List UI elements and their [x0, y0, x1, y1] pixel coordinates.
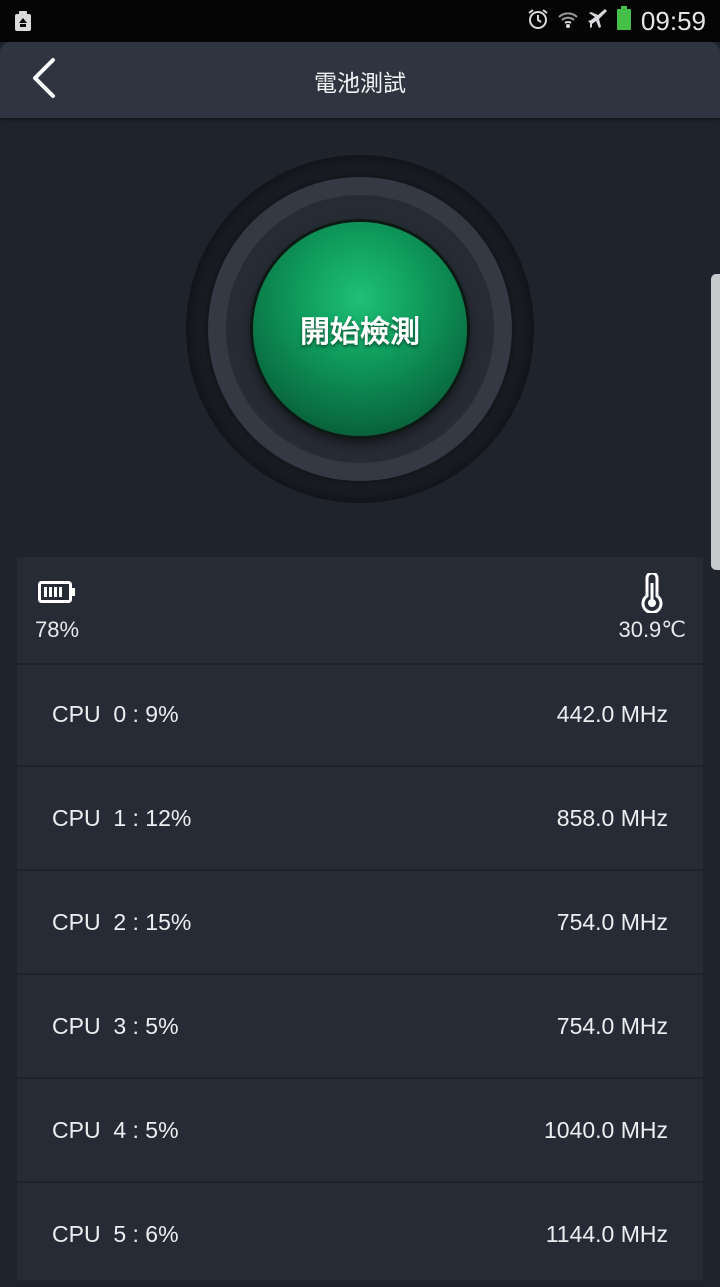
cpu-frequency: 1040.0 MHz	[543, 1117, 668, 1143]
airplane-icon	[587, 7, 609, 36]
cpu-usage-label: CPU 3 : 5%	[52, 1013, 179, 1039]
cpu-row: CPU 5 : 6% 1144.0 MHz	[17, 1183, 703, 1287]
cpu-row: CPU 0 : 9% 442.0 MHz	[17, 663, 703, 767]
status-bar: 09:59	[0, 0, 720, 42]
cpu-row: CPU 3 : 5% 754.0 MHz	[17, 975, 703, 1079]
cpu-usage-label: CPU 4 : 5%	[52, 1117, 179, 1143]
cpu-row: CPU 4 : 5% 1040.0 MHz	[17, 1079, 703, 1183]
scrollbar[interactable]	[711, 274, 720, 570]
thermometer-icon	[639, 571, 665, 617]
wifi-icon	[557, 7, 579, 36]
start-test-button[interactable]: 開始檢測	[253, 222, 467, 436]
cpu-list: CPU 0 : 9% 442.0 MHz CPU 1 : 12% 858.0 M…	[17, 663, 703, 1287]
start-test-label: 開始檢測	[300, 315, 420, 350]
page-title: 電池測試	[314, 71, 406, 97]
battery-icon	[38, 581, 76, 607]
cpu-frequency: 442.0 MHz	[556, 701, 668, 727]
start-dial: 開始檢測	[0, 118, 720, 558]
cpu-usage-label: CPU 1 : 12%	[52, 805, 192, 831]
cpu-frequency: 1144.0 MHz	[545, 1221, 668, 1247]
battery-status-icon	[616, 6, 631, 36]
temperature-value: 30.9℃	[618, 617, 686, 642]
cpu-usage-label: CPU 0 : 9%	[52, 701, 179, 727]
battery-temp-row: 78% 30.9℃	[17, 557, 703, 665]
battery-level: 78%	[35, 617, 80, 642]
cpu-row: CPU 2 : 15% 754.0 MHz	[17, 871, 703, 975]
recycle-icon	[14, 10, 32, 36]
app-header: 電池測試	[0, 42, 720, 118]
cpu-frequency: 754.0 MHz	[556, 1013, 668, 1039]
cpu-row: CPU 1 : 12% 858.0 MHz	[17, 767, 703, 871]
cpu-frequency: 858.0 MHz	[556, 805, 668, 831]
info-panel: 78% 30.9℃ CPU 0 : 9% 442.0 MHz CPU 1 : 1…	[17, 557, 703, 1287]
alarm-icon	[527, 7, 549, 36]
cpu-usage-label: CPU 5 : 6%	[52, 1221, 179, 1247]
cpu-usage-label: CPU 2 : 15%	[52, 909, 192, 935]
cpu-frequency: 754.0 MHz	[556, 909, 668, 935]
status-time: 09:59	[640, 5, 706, 36]
